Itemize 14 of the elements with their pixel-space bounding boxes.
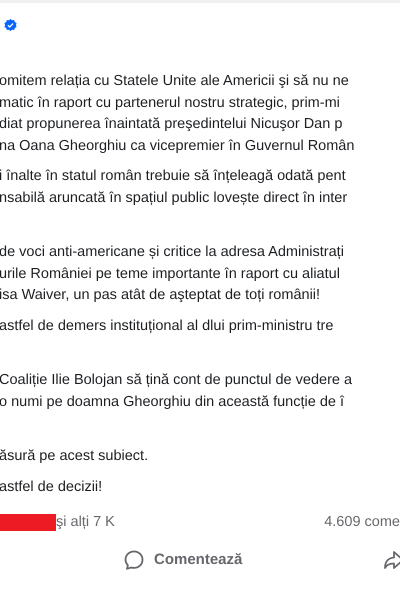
post-text-line: i înalte în statul român trebuie să înțeleagă odată pent — [0, 167, 346, 186]
post-text-line: isa Waiver, un pas atât de aşteptat de toți românii! — [0, 286, 320, 305]
post-text-line: nsabilă aruncată în spațiul public lovește direct în inter — [0, 188, 348, 208]
post-text-line: matic în raport cu partenerul nostru strategic, prim-mi — [0, 94, 340, 112]
post-text-line: urile României pe teme importante în raport cu aliatul — [0, 264, 340, 284]
comment-icon — [123, 549, 145, 571]
reactions-count[interactable]: şi alți 7 K — [56, 512, 115, 534]
post-text-line: na Oana Gheorghiu ca vicepremier în Guvernul Român — [0, 136, 354, 156]
comment-button[interactable]: Comentează — [123, 548, 242, 572]
share-icon — [384, 549, 400, 571]
post-text-line: Coaliție Ilie Bolojan să țină cont de punctul de vedere a — [0, 371, 352, 390]
share-button[interactable] — [384, 549, 400, 571]
comments-count[interactable]: 4.609 come — [324, 512, 400, 534]
redaction-bar — [0, 514, 56, 532]
